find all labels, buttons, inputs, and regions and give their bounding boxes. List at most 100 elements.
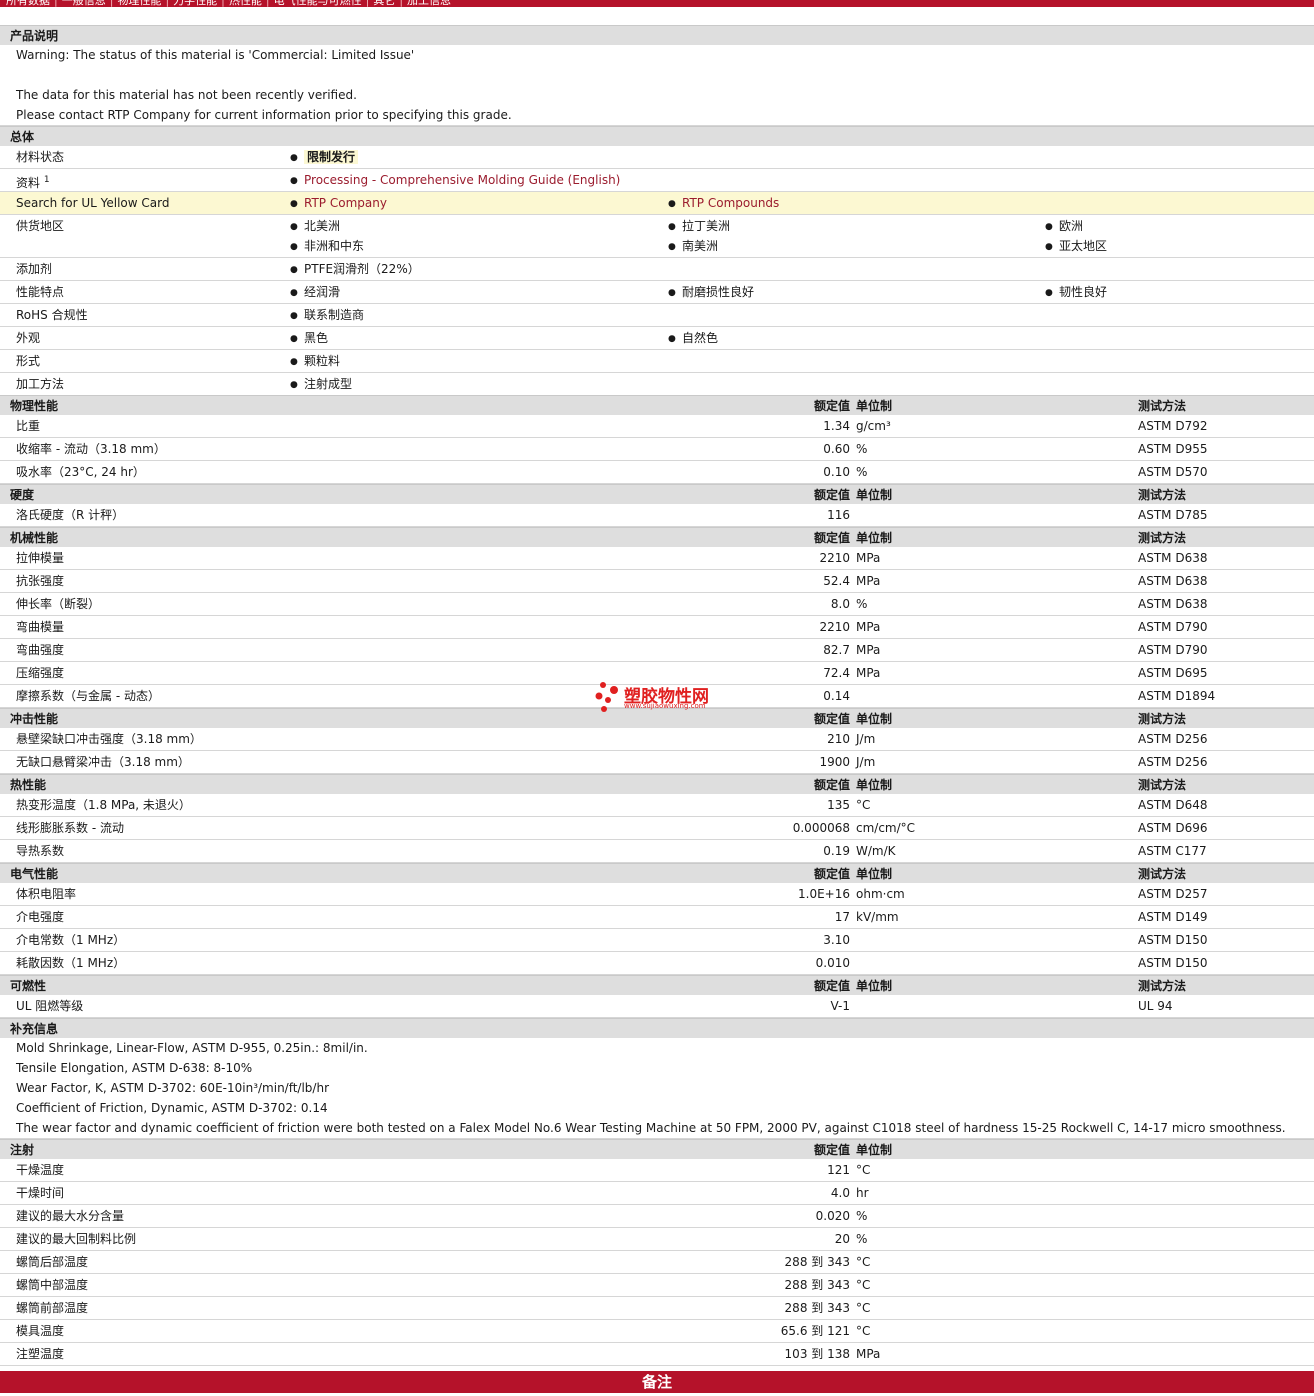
general-row-form: 形式 ● 颗粒料: [0, 350, 1314, 373]
property-value: V-1: [830, 999, 850, 1013]
nav-link[interactable]: 一般信息: [62, 0, 106, 7]
nav-link[interactable]: 力学性能: [173, 0, 217, 7]
section-title: 物理性能: [10, 399, 59, 413]
text-line: The data for this material has not been …: [16, 88, 357, 102]
nav-link[interactable]: 热性能: [229, 0, 262, 7]
general-row-appearance: 外观 ● 黑色 ● 自然色: [0, 327, 1314, 350]
property-unit: MPa: [856, 666, 881, 680]
nav-separator: |: [265, 0, 270, 7]
section-title: 补充信息: [10, 1022, 59, 1036]
section-title: 注射: [10, 1143, 35, 1157]
text-line: Coefficient of Friction, Dynamic, ASTM D…: [16, 1101, 328, 1115]
property-unit: W/m/K: [856, 844, 896, 858]
property-label: 线形膨胀系数 - 流动: [16, 821, 124, 835]
property-unit: °C: [856, 1278, 871, 1292]
test-method: ASTM D257: [1138, 887, 1208, 901]
property-row: 介电强度 17 kV/mm ASTM D149: [0, 906, 1314, 929]
property-row: 干燥时间 4.0 hr: [0, 1182, 1314, 1205]
rohs-text: 联系制造商: [304, 308, 365, 322]
property-value: 1.0E+16: [798, 887, 850, 901]
property-label: 模具温度: [16, 1324, 65, 1338]
column-header-value: 额定值: [813, 979, 850, 993]
property-label: 体积电阻率: [16, 887, 77, 901]
property-row: 螺筒中部温度 288 到 343 °C: [0, 1274, 1314, 1297]
bullet-icon: ●: [290, 176, 298, 186]
nav-separator: |: [365, 0, 370, 7]
watermark-url: www.sujiaowuxing.com: [624, 702, 706, 710]
column-header-value: 额定值: [813, 399, 850, 413]
general-row-rohs: RoHS 合规性 ● 联系制造商: [0, 304, 1314, 327]
property-unit: %: [856, 442, 868, 456]
property-unit: J/m: [856, 732, 876, 746]
section-header-elec: 电气性能 额定值 单位制 测试方法: [0, 863, 1314, 883]
column-header-value: 额定值: [813, 778, 850, 792]
column-header-method: 测试方法: [1138, 399, 1187, 413]
doc-link[interactable]: Processing - Comprehensive Molding Guide…: [304, 173, 620, 187]
region-text: 非洲和中东: [304, 239, 365, 253]
property-unit: kV/mm: [856, 910, 899, 924]
property-label: 热变形温度（1.8 MPa, 未退火）: [16, 798, 191, 812]
bullet-icon: ●: [290, 288, 298, 298]
test-method: UL 94: [1138, 999, 1173, 1013]
nav-link[interactable]: 其它: [373, 0, 395, 7]
general-row-process: 加工方法 ● 注射成型: [0, 373, 1314, 395]
column-header-unit: 单位制: [856, 531, 893, 545]
property-row: 注塑温度 103 到 138 MPa: [0, 1343, 1314, 1366]
test-method: ASTM C177: [1138, 844, 1207, 858]
section-title: 机械性能: [10, 531, 59, 545]
bullet-icon: ●: [290, 222, 298, 232]
feature-item: ● 经润滑: [290, 282, 340, 304]
property-label: 耗散因数（1 MHz）: [16, 956, 126, 970]
rtp-compounds-link[interactable]: RTP Compounds: [682, 196, 779, 210]
test-method: ASTM D696: [1138, 821, 1208, 835]
bullet-icon: ●: [290, 199, 298, 209]
nav-separator: |: [221, 0, 225, 7]
property-row: UL 阻燃等级 V-1 UL 94: [0, 995, 1314, 1018]
test-method: ASTM D785: [1138, 508, 1208, 522]
section-header-mech: 机械性能 额定值 单位制 测试方法: [0, 527, 1314, 547]
section-header-description: 产品说明: [0, 25, 1314, 45]
section-header-thermal: 热性能 额定值 单位制 测试方法: [0, 774, 1314, 794]
column-header-method: 测试方法: [1138, 488, 1187, 502]
row-label: 加工方法: [16, 377, 65, 391]
row-label: 性能特点: [16, 285, 65, 299]
property-value: 52.4: [823, 574, 850, 588]
column-header-value: 额定值: [813, 531, 850, 545]
property-unit: MPa: [856, 643, 881, 657]
property-label: 抗张强度: [16, 574, 65, 588]
property-value: 288 到 343: [784, 1301, 850, 1315]
text-line: Tensile Elongation, ASTM D-638: 8-10%: [16, 1061, 253, 1075]
text-line: Please contact RTP Company for current i…: [16, 108, 512, 122]
nav-link[interactable]: 加工信息: [407, 0, 451, 7]
general-row-ul-search: Search for UL Yellow Card ● RTP Company ●…: [0, 192, 1314, 215]
bullet-icon: ●: [1045, 288, 1053, 298]
region-item: ● 拉丁美洲: [668, 216, 730, 238]
appearance-text: 自然色: [682, 331, 719, 345]
property-value: 0.10: [823, 465, 850, 479]
injection-table: 注射 额定值 单位制 干燥温度 121 °C 干燥时间 4.0 hr 建议的最大水分含量 0.020…: [0, 1139, 1314, 1366]
rtp-company-link[interactable]: RTP Company: [304, 196, 387, 210]
property-label: 干燥温度: [16, 1163, 65, 1177]
column-header-method: 测试方法: [1138, 979, 1187, 993]
appearance-text: 黑色: [304, 331, 329, 345]
region-text: 北美洲: [304, 219, 341, 233]
feature-item: ● 韧性良好: [1045, 282, 1107, 304]
column-header-value: 额定值: [813, 867, 850, 881]
test-method: ASTM D1894: [1138, 689, 1216, 703]
section-header-general: 总体: [0, 126, 1314, 146]
property-row: 收缩率 - 流动（3.18 mm） 0.60% ASTM D955: [0, 438, 1314, 461]
property-unit: ohm·cm: [856, 887, 905, 901]
bullet-icon: ●: [668, 222, 676, 232]
top-nav-bar: 所有数据 | 一般信息 | 物理性能 | 力学性能 | 热性能 | 电气性能与可燃性 | 其它 | 加工信息: [0, 0, 1314, 7]
nav-links: 所有数据 | 一般信息 | 物理性能 | 力学性能 | 热性能 | 电气性能与可燃性 | 其它 | 加工信息: [6, 0, 455, 7]
footer-title: 备注: [641, 1373, 672, 1391]
nav-link[interactable]: 物理性能: [117, 0, 161, 7]
bullet-icon: ●: [290, 357, 298, 367]
text-line: Warning: The status of this material is …: [16, 48, 415, 62]
property-label: 建议的最大回制料比例: [16, 1232, 137, 1246]
row-label: Search for UL Yellow Card: [16, 196, 170, 210]
nav-link[interactable]: 电气性能与可燃性: [274, 0, 362, 7]
property-label: 螺筒中部温度: [16, 1278, 89, 1292]
property-unit: %: [856, 1232, 868, 1246]
nav-link[interactable]: 所有数据: [6, 0, 50, 7]
